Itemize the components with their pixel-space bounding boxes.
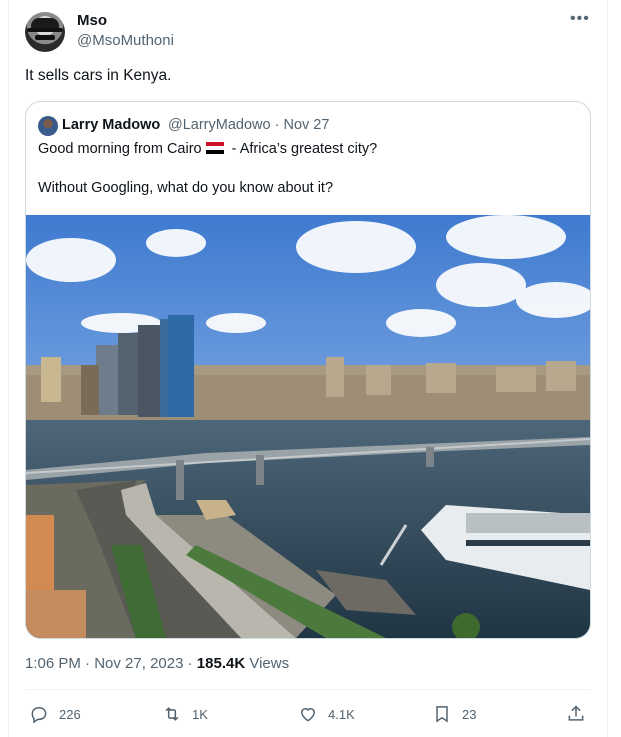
quote-line1-end: - Africa’s greatest city? <box>231 141 378 157</box>
heart-icon <box>300 708 316 722</box>
retweet-button[interactable]: 1K <box>162 704 208 724</box>
author-name[interactable]: Mso <box>77 12 107 29</box>
retweet-icon <box>165 707 179 721</box>
quote-text-line2: Without Googling, what do you know about… <box>38 180 334 196</box>
views-count: 185.4K <box>196 655 246 672</box>
share-button[interactable] <box>566 704 596 724</box>
quote-separator: · <box>274 117 280 133</box>
quote-avatar[interactable] <box>38 116 58 136</box>
like-count: 4.1K <box>328 706 355 722</box>
retweet-count: 1K <box>192 706 208 722</box>
author-handle[interactable]: @MsoMuthoni <box>77 32 174 49</box>
egypt-flag-icon <box>205 142 224 154</box>
views-label: Views <box>249 655 290 672</box>
quote-date[interactable]: Nov 27 <box>283 117 329 133</box>
reply-button[interactable]: 226 <box>29 704 81 724</box>
more-horizontal-icon[interactable]: ••• <box>570 10 590 28</box>
tweet-timestamp: 1:06 PM · Nov 27, 2023 · 185.4K Views <box>25 655 289 672</box>
tweet-date[interactable]: Nov 27, 2023 <box>94 655 183 672</box>
timestamp-separator-2: · <box>187 655 193 672</box>
quoted-tweet[interactable]: Larry Madowo @LarryMadowo · Nov 27 Good … <box>25 101 591 639</box>
bookmark-icon <box>436 706 448 723</box>
tweet-time[interactable]: 1:06 PM <box>25 655 81 672</box>
cairo-nile-photo[interactable] <box>26 215 590 638</box>
avatar-glasses-shape <box>35 35 55 40</box>
avatar-brim-shape <box>27 28 63 32</box>
quote-meta: @LarryMadowo · Nov 27 <box>168 117 329 133</box>
share-icon <box>568 705 584 721</box>
bookmark-button[interactable]: 23 <box>432 704 476 724</box>
quote-text-line1: Good morning from Cairo - Africa’s great… <box>38 141 377 157</box>
like-button[interactable]: 4.1K <box>298 704 355 724</box>
quote-author-handle[interactable]: @LarryMadowo <box>168 117 271 133</box>
tweet-text: It sells cars in Kenya. <box>25 67 172 84</box>
quote-line1-start: Good morning from Cairo <box>38 141 202 157</box>
avatar[interactable] <box>25 12 65 52</box>
action-divider <box>25 689 591 690</box>
reply-count: 226 <box>59 706 81 722</box>
quote-author-name[interactable]: Larry Madowo <box>62 117 160 133</box>
timestamp-separator: · <box>85 655 91 672</box>
reply-icon <box>31 706 47 724</box>
bookmark-count: 23 <box>462 706 477 722</box>
